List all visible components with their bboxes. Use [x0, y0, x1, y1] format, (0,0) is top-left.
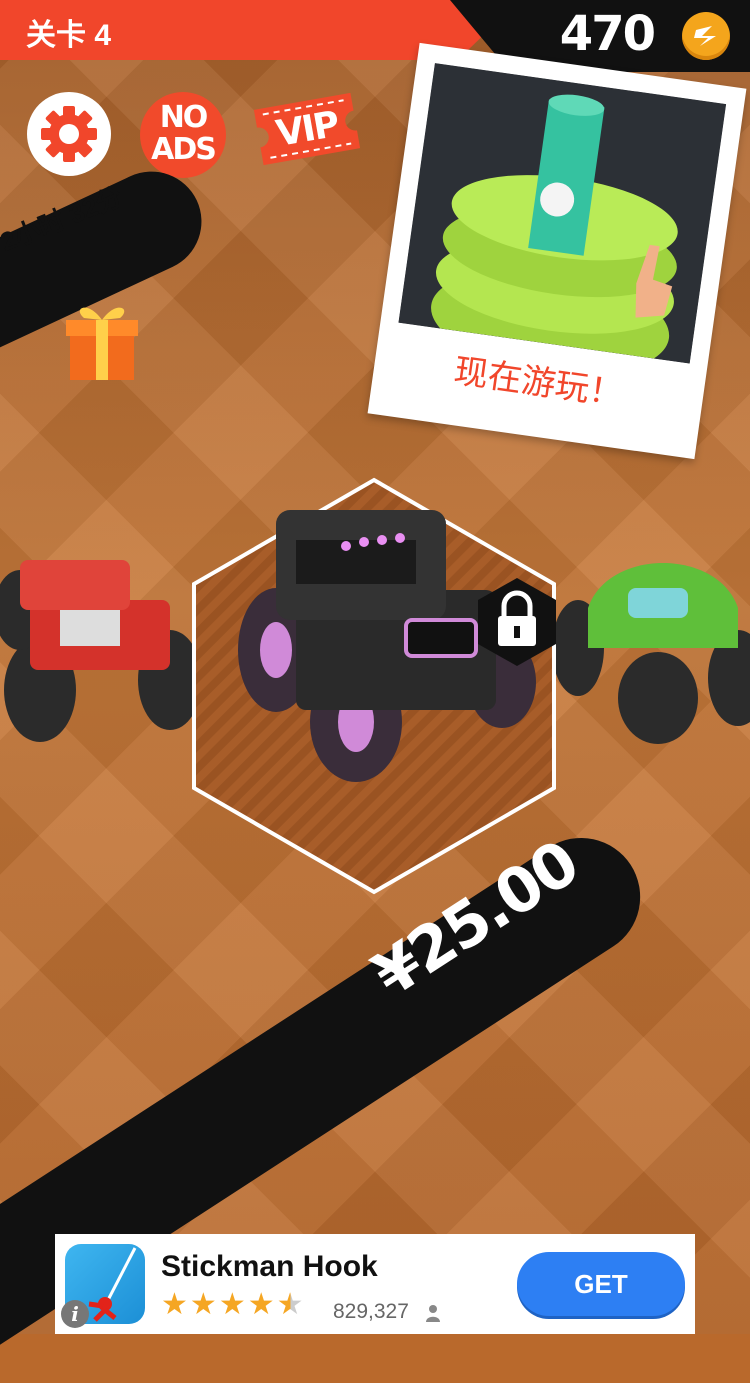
settings-button[interactable] — [27, 92, 111, 176]
red-monster-truck[interactable] — [0, 540, 202, 750]
star-icon: ★ — [161, 1288, 188, 1321]
ad-banner[interactable]: i Stickman Hook ★ ★ ★ ★ ★ 829,327 GET — [55, 1234, 695, 1334]
ad-title: Stickman Hook — [161, 1250, 378, 1283]
ad-info-icon[interactable]: i — [61, 1300, 89, 1328]
user-icon — [425, 1304, 441, 1322]
no-ads-button[interactable]: NO ADS — [140, 92, 226, 178]
gift-icon[interactable] — [64, 298, 140, 384]
star-icon: ★ — [189, 1288, 217, 1321]
level-label: 关卡 4 — [26, 19, 112, 52]
star-icon: ★ — [218, 1288, 246, 1321]
half-star-icon: ★ — [276, 1288, 304, 1321]
no-ads-line2: ADS — [151, 132, 217, 167]
ad-get-button[interactable]: GET — [517, 1252, 685, 1316]
promo-card[interactable]: 现在游玩！ — [367, 42, 747, 460]
coin-icon — [682, 12, 730, 60]
no-ads-line1: NO — [159, 100, 209, 135]
ad-rating-count: 829,327 — [333, 1300, 409, 1323]
gear-icon — [41, 106, 97, 162]
no-ads-label: NO ADS — [140, 102, 226, 166]
promo-image — [398, 63, 727, 364]
lock-icon — [478, 578, 556, 666]
ad-rating-stars: ★ ★ ★ ★ ★ — [161, 1290, 304, 1320]
green-monster-beetle[interactable] — [548, 548, 750, 748]
coin-count: 470 — [559, 6, 656, 62]
star-icon: ★ — [247, 1288, 275, 1321]
